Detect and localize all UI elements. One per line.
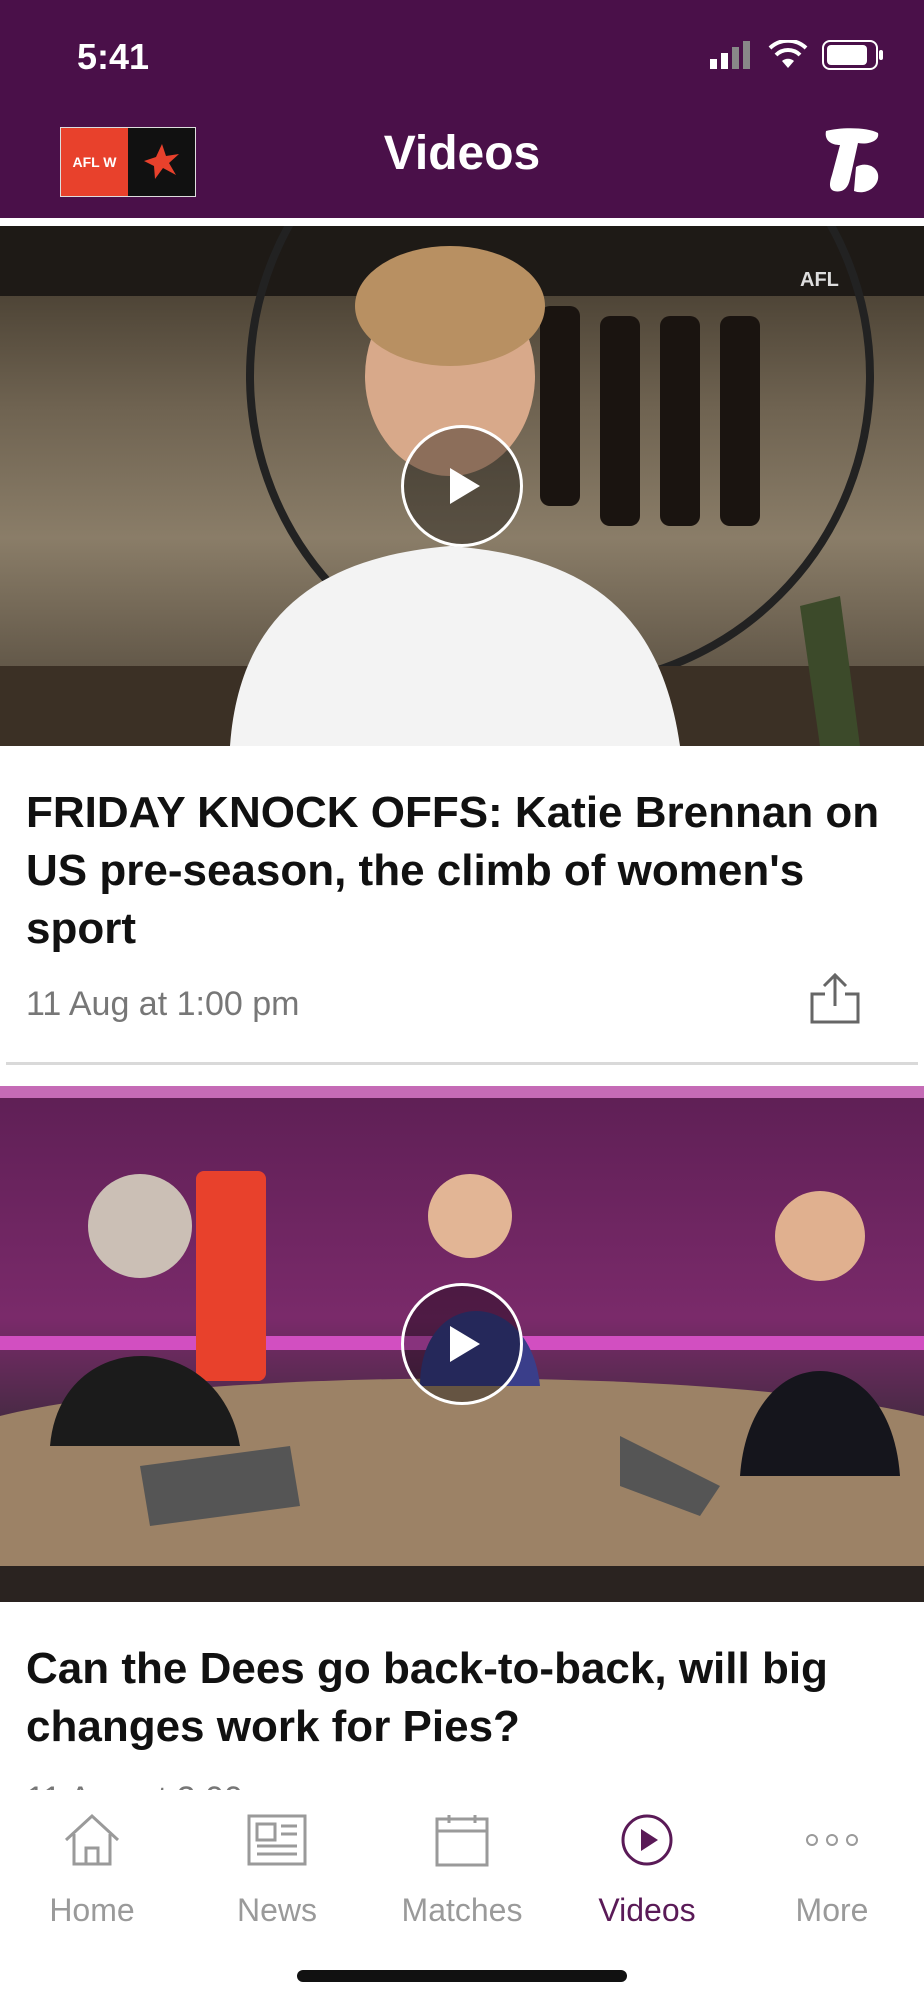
tab-videos[interactable]: Videos	[572, 1810, 722, 1929]
tab-more[interactable]: More	[757, 1810, 907, 1929]
svg-text:AFL: AFL	[800, 269, 839, 291]
tab-matches[interactable]: Matches	[387, 1810, 537, 1929]
video-date: 11 Aug at 1:00 pm	[26, 985, 300, 1023]
tab-label: More	[795, 1892, 869, 1928]
play-button[interactable]	[401, 1283, 523, 1405]
battery-icon	[822, 40, 883, 70]
tab-label: Home	[49, 1892, 135, 1928]
status-time: 5:41	[77, 36, 150, 77]
app-header: 5:41 AFL W Videos	[0, 0, 924, 218]
wifi-icon	[768, 40, 808, 68]
telstra-icon[interactable]	[820, 127, 884, 197]
share-icon[interactable]	[808, 972, 862, 1026]
tab-bar: Home News Matches Videos More	[0, 1790, 924, 2000]
more-dots-icon	[806, 1834, 858, 1846]
tab-home[interactable]: Home	[17, 1810, 167, 1929]
tab-label: Matches	[401, 1892, 523, 1928]
video-date: 11 Aug at 2:00 pm	[26, 1780, 299, 1790]
calendar-icon	[435, 1815, 489, 1867]
page-title: Videos	[383, 127, 541, 180]
video-title[interactable]: Can the Dees go back-to-back, will big c…	[26, 1640, 906, 1756]
play-icon	[450, 1326, 480, 1362]
home-indicator[interactable]	[297, 1970, 627, 1982]
video-thumbnail[interactable]	[0, 1086, 924, 1602]
play-circle-icon	[621, 1814, 673, 1866]
signal-icon	[710, 41, 750, 69]
divider	[6, 1062, 918, 1065]
tab-label: News	[236, 1892, 317, 1928]
video-thumbnail[interactable]: AFL	[0, 226, 924, 746]
play-icon	[450, 468, 480, 504]
play-button[interactable]	[401, 425, 523, 547]
tab-label: Videos	[598, 1892, 696, 1928]
status-icons	[710, 40, 884, 70]
tab-news[interactable]: News	[202, 1810, 352, 1929]
video-title[interactable]: FRIDAY KNOCK OFFS: Katie Brennan on US p…	[26, 784, 906, 958]
home-icon	[64, 1813, 120, 1866]
news-icon	[247, 1814, 307, 1866]
